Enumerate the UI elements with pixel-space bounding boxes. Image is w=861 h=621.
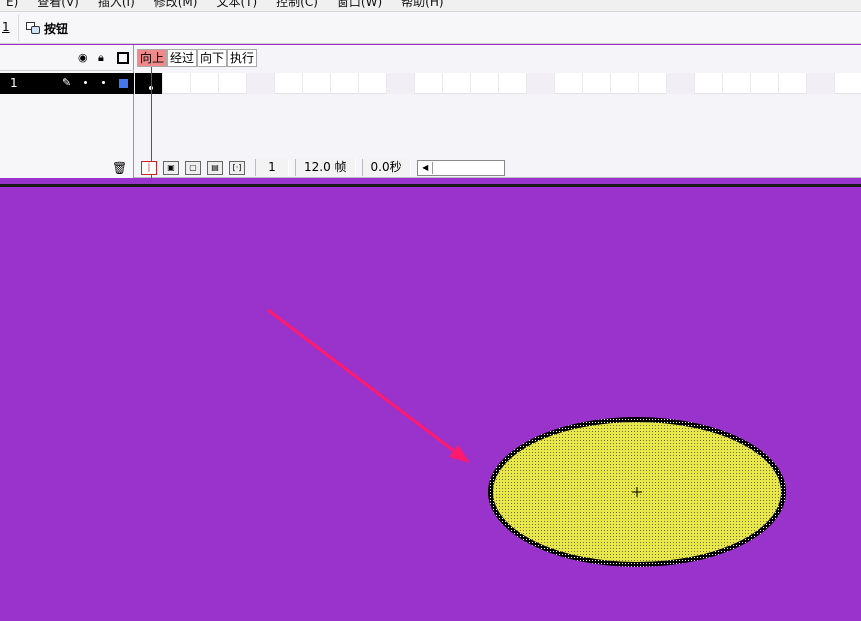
frame-label-row: 向上 经过 向下 执行 bbox=[137, 49, 258, 67]
frame-label[interactable]: 向上 bbox=[137, 49, 168, 67]
frame-cell[interactable] bbox=[779, 73, 807, 94]
visibility-dot[interactable] bbox=[84, 81, 87, 84]
frame-cell[interactable] bbox=[387, 73, 415, 94]
flash-editor: E) 查看(V) 插入(I) 修改(M) 文本(T) 控制(C) 窗口(W) 帮助(H) 1 … bbox=[0, 0, 861, 621]
frame-cell[interactable] bbox=[499, 73, 527, 94]
keyframe-cell[interactable] bbox=[135, 73, 163, 94]
arrow-shaft bbox=[267, 308, 463, 459]
frame-cell[interactable] bbox=[219, 73, 247, 94]
frame-cell[interactable] bbox=[723, 73, 751, 94]
timeline-panel: ◉ 🔒︎ 1 ✎ 🗑︎ 向上 经过 向下 执行 │ ▣ ▢ ▤ [·] 1 12… bbox=[0, 45, 861, 178]
symbol-name: 按钮 bbox=[44, 21, 69, 36]
frame-rate: 12.0 帧 bbox=[295, 159, 356, 176]
layer-color-swatch[interactable] bbox=[119, 79, 128, 88]
modify-markers-icon[interactable]: [·] bbox=[229, 160, 245, 175]
frame-cell[interactable] bbox=[359, 73, 387, 94]
frame-cell[interactable] bbox=[807, 73, 835, 94]
menu-item[interactable]: 修改(M) bbox=[148, 0, 204, 10]
layer-panel: ◉ 🔒︎ 1 ✎ 🗑︎ bbox=[0, 45, 134, 178]
stage[interactable] bbox=[0, 184, 861, 621]
frame-cell[interactable] bbox=[443, 73, 471, 94]
layer-row[interactable]: 1 ✎ bbox=[0, 73, 134, 94]
scroll-left-icon[interactable]: ◀ bbox=[419, 161, 433, 174]
frame-cell[interactable] bbox=[611, 73, 639, 94]
frame-cell[interactable] bbox=[527, 73, 555, 94]
onion-outline-icon[interactable]: ▢ bbox=[185, 160, 201, 175]
menu-item[interactable]: 插入(I) bbox=[92, 0, 141, 10]
symbol-breadcrumb[interactable]: 按钮 bbox=[26, 18, 68, 38]
frame-strip[interactable] bbox=[135, 73, 861, 94]
menu-item[interactable]: 文本(T) bbox=[210, 0, 263, 10]
frame-cell[interactable] bbox=[471, 73, 499, 94]
menu-item[interactable]: E) bbox=[0, 0, 24, 10]
pencil-icon: ✎ bbox=[62, 76, 72, 89]
elapsed-time: 0.0秒 bbox=[361, 159, 411, 176]
button-symbol-icon bbox=[26, 21, 41, 35]
frame-cell[interactable] bbox=[751, 73, 779, 94]
frame-cell[interactable] bbox=[695, 73, 723, 94]
frames-area: 向上 经过 向下 执行 │ ▣ ▢ ▤ [·] 1 12.0 帧 0.0秒 ◀ bbox=[135, 45, 861, 178]
outline-icon[interactable] bbox=[117, 52, 129, 64]
frame-cell[interactable] bbox=[247, 73, 275, 94]
frame-label[interactable]: 向下 bbox=[197, 49, 228, 67]
layer-header: ◉ 🔒︎ bbox=[0, 45, 134, 71]
frame-cell[interactable] bbox=[639, 73, 667, 94]
separator bbox=[18, 15, 19, 41]
frame-cell[interactable] bbox=[275, 73, 303, 94]
onion-skin-icon[interactable]: ▣ bbox=[163, 160, 179, 175]
frame-cell[interactable] bbox=[667, 73, 695, 94]
eye-icon[interactable]: ◉ bbox=[78, 52, 88, 64]
frame-cell[interactable] bbox=[835, 73, 861, 94]
frame-label[interactable]: 经过 bbox=[167, 49, 198, 67]
lock-icon[interactable]: 🔒︎ bbox=[98, 52, 104, 64]
edit-bar: 1 按钮 bbox=[0, 12, 861, 44]
frame-cell[interactable] bbox=[331, 73, 359, 94]
menu-item[interactable]: 查看(V) bbox=[31, 0, 85, 10]
frame-cell[interactable] bbox=[163, 73, 191, 94]
frame-cell[interactable] bbox=[191, 73, 219, 94]
timeline-scrollbar[interactable]: ◀ bbox=[416, 159, 505, 176]
frame-cell[interactable] bbox=[303, 73, 331, 94]
menu-item[interactable]: 控制(C) bbox=[270, 0, 324, 10]
stage-canvas bbox=[267, 308, 786, 567]
frame-label[interactable]: 执行 bbox=[227, 49, 258, 67]
layer-name: 1 bbox=[10, 76, 18, 90]
center-frame-icon[interactable]: │ bbox=[141, 160, 157, 175]
frame-cell[interactable] bbox=[555, 73, 583, 94]
menu-bar: E) 查看(V) 插入(I) 修改(M) 文本(T) 控制(C) 窗口(W) 帮助(H) bbox=[0, 0, 861, 12]
frame-cell[interactable] bbox=[583, 73, 611, 94]
layer-footer: 🗑︎ bbox=[0, 157, 134, 178]
edit-multiple-frames-icon[interactable]: ▤ bbox=[207, 160, 223, 175]
timeline-footer: │ ▣ ▢ ▤ [·] 1 12.0 帧 0.0秒 ◀ bbox=[135, 157, 861, 178]
scene-link[interactable]: 1 bbox=[2, 20, 10, 34]
current-frame: 1 bbox=[255, 159, 289, 176]
trash-icon[interactable]: 🗑︎ bbox=[112, 161, 127, 175]
menu-item[interactable]: 帮助(H) bbox=[395, 0, 449, 10]
frame-cell[interactable] bbox=[415, 73, 443, 94]
lock-dot[interactable] bbox=[102, 81, 105, 84]
menu-item[interactable]: 窗口(W) bbox=[331, 0, 388, 10]
